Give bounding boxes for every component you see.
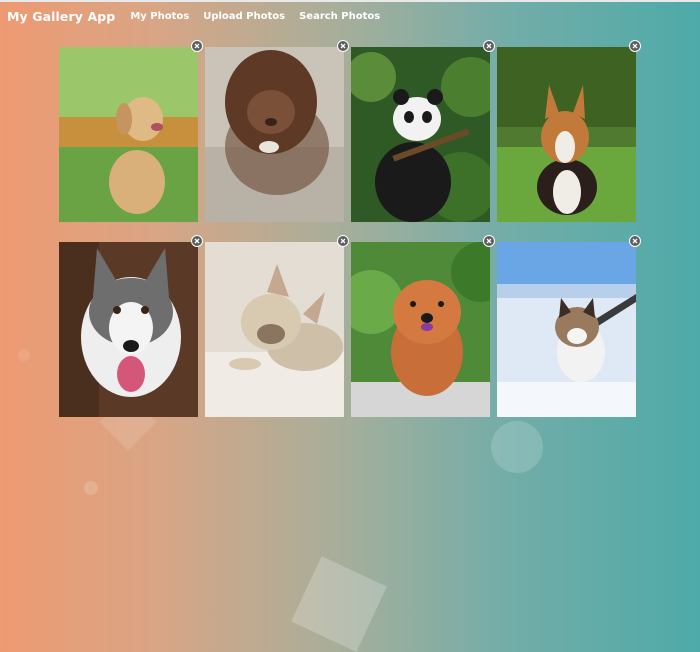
top-border [0,0,700,2]
photo-husky [59,242,198,417]
photo-corgi [497,47,636,222]
delete-photo-button[interactable] [629,40,641,52]
photo-card[interactable] [205,47,344,222]
photo-card[interactable] [351,47,490,222]
photo-golden-puppy [59,47,198,222]
close-icon [632,238,638,244]
delete-photo-button[interactable] [191,235,203,247]
close-icon [486,238,492,244]
delete-photo-button[interactable] [337,40,349,52]
photo-poodle-puppy [205,47,344,222]
navbar: My Gallery App My Photos Upload Photos S… [0,6,380,26]
photo-card[interactable] [59,242,198,417]
decorative-circle [84,481,98,495]
nav-link-my-photos[interactable]: My Photos [130,11,189,22]
delete-photo-button[interactable] [483,235,495,247]
photo-french-bulldog [205,242,344,417]
close-icon [632,43,638,49]
decorative-circle [18,349,30,361]
photo-card[interactable] [497,242,636,417]
delete-photo-button[interactable] [337,235,349,247]
close-icon [340,238,346,244]
delete-photo-button[interactable] [629,235,641,247]
close-icon [486,43,492,49]
delete-photo-button[interactable] [483,40,495,52]
nav-link-search-photos[interactable]: Search Photos [299,11,380,22]
decorative-circle [491,421,543,473]
photo-card[interactable] [205,242,344,417]
photo-card[interactable] [497,47,636,222]
decorative-square [291,556,387,652]
nav-link-upload-photos[interactable]: Upload Photos [203,11,285,22]
delete-photo-button[interactable] [191,40,203,52]
close-icon [340,43,346,49]
photo-chow-chow [351,242,490,417]
photo-card[interactable] [351,242,490,417]
photo-card[interactable] [59,47,198,222]
photo-cat-snow [497,242,636,417]
photo-panda [351,47,490,222]
brand-link[interactable]: My Gallery App [7,9,115,24]
close-icon [194,238,200,244]
close-icon [194,43,200,49]
